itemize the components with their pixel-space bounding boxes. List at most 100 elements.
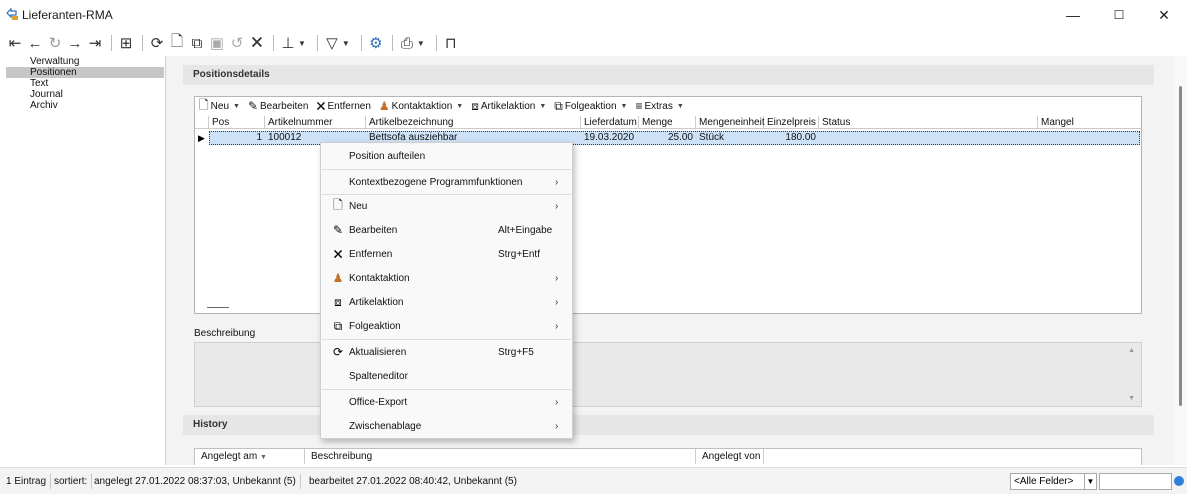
menu-item-kontaktaktion[interactable]: ♟ Kontaktaktion › (321, 267, 572, 289)
field-filter-select[interactable]: <Alle Felder> (1010, 473, 1085, 490)
refresh-icon[interactable]: ⟳ (148, 33, 166, 53)
grid-extras-button[interactable]: ≡ Extras ▼ (635, 99, 683, 113)
panel-splitter[interactable] (166, 56, 174, 465)
window-title: Lieferanten-RMA (22, 8, 113, 22)
delete-icon: 🗙 (316, 97, 326, 112)
menu-item-position-aufteilen[interactable]: Position aufteilen (321, 145, 572, 167)
app-icon (6, 7, 18, 20)
sort-desc-icon: ▼ (259, 454, 267, 461)
grid-follow-action-button[interactable]: ⧉ Folgeaktion ▼ (554, 99, 627, 114)
search-icon[interactable] (1174, 476, 1184, 486)
menu-item-bearbeiten[interactable]: ✎ Bearbeiten Alt+Eingabe (321, 219, 572, 241)
sidebar-item-text[interactable]: Text (6, 78, 164, 89)
chevron-right-icon: › (555, 396, 559, 408)
sidebar-item-verwaltung[interactable]: Verwaltung (6, 56, 164, 67)
follow-action-icon: ⧉ (554, 98, 563, 113)
column-header[interactable]: Beschreibung (305, 449, 696, 464)
follow-action-icon: ⧉ (333, 318, 343, 333)
menu-item-kontextbezogene-funktionen[interactable]: Kontextbezogene Programmfunktionen › (321, 171, 572, 193)
filter-dropdown-icon[interactable]: ▼ (342, 39, 350, 48)
chevron-right-icon: › (555, 272, 559, 284)
column-header[interactable]: Mangel (1038, 116, 1141, 129)
column-header[interactable]: Artikelnummer (265, 116, 366, 129)
previous-icon[interactable]: ← (26, 33, 44, 53)
column-header[interactable]: Angelegt am ▼ (195, 449, 305, 464)
chevron-down-icon[interactable]: ▼ (1084, 473, 1097, 490)
column-header[interactable]: Artikelbezeichnung (366, 116, 581, 129)
menu-item-entfernen[interactable]: 🗙 Entfernen Strg+Entf (321, 243, 572, 265)
menu-item-artikelaktion[interactable]: ⧈ Artikelaktion › (321, 291, 572, 313)
last-icon[interactable]: ⇥ (86, 33, 104, 53)
history-icon[interactable]: ↻ (46, 33, 64, 53)
print-icon[interactable]: ⎙ (398, 33, 416, 53)
toolbar-separator (111, 35, 112, 51)
menu-separator (322, 339, 571, 340)
column-header[interactable]: Lieferdatum (581, 116, 639, 129)
contact-icon: ♟ (332, 271, 344, 285)
new-icon[interactable]: 🗋 (168, 33, 186, 53)
pin-icon[interactable]: ⊥ (279, 33, 297, 53)
status-bar: 1 Eintrag sortiert: angelegt 27.01.2022 … (0, 467, 1187, 494)
sidebar-item-archiv[interactable]: Archiv (6, 100, 164, 111)
sidebar-item-positionen[interactable]: Positionen (6, 67, 164, 78)
grid-horizontal-scrollbar[interactable] (207, 307, 229, 308)
column-header[interactable]: Status (819, 116, 1038, 129)
copy-icon[interactable]: ⧉ (188, 33, 206, 53)
menu-item-aktualisieren[interactable]: ⟳ Aktualisieren Strg+F5 (321, 341, 572, 363)
description-label: Beschreibung (194, 328, 256, 339)
toolbar-separator (273, 35, 274, 51)
save-icon[interactable]: ▣ (208, 33, 226, 53)
menu-item-office-export[interactable]: Office-Export › (321, 391, 572, 413)
grid-contact-action-button[interactable]: ♟ Kontaktaktion ▼ (379, 99, 463, 113)
column-header[interactable]: Einzelpreis (764, 116, 819, 129)
sort-label: sortiert: (50, 474, 93, 489)
minimize-button[interactable]: — (1050, 0, 1096, 30)
delete-icon[interactable]: 🗙 (248, 33, 266, 53)
record-count: 1 Eintrag (2, 474, 52, 489)
settings-icon[interactable]: ⚙ (367, 33, 385, 53)
column-header[interactable]: Mengeneinheit (696, 116, 765, 129)
next-icon[interactable]: → (66, 33, 84, 53)
column-header[interactable]: Menge (639, 116, 696, 129)
menu-item-folgeaktion[interactable]: ⧉ Folgeaktion › (321, 315, 572, 337)
toolbar-separator (316, 35, 318, 51)
contact-icon: ♟ (378, 99, 390, 113)
menu-item-zwischenablage[interactable]: Zwischenablage › (321, 415, 572, 437)
undo-icon[interactable]: ↺ (228, 33, 246, 53)
grid-new-button[interactable]: 🗋 Neu ▼ (199, 96, 240, 117)
search-input[interactable] (1099, 473, 1172, 490)
column-header[interactable]: Angelegt von (696, 449, 764, 464)
scrollbar-thumb[interactable] (1179, 86, 1182, 406)
menu-separator (322, 389, 571, 390)
table-icon[interactable]: ⊞ (117, 33, 135, 53)
scroll-up-icon[interactable]: ▲ (1128, 347, 1135, 354)
history-table: Angelegt am ▼ Beschreibung Angelegt von (194, 448, 1142, 465)
pin-dropdown-icon[interactable]: ▼ (298, 39, 306, 48)
grid-article-action-button[interactable]: ⧈ Artikelaktion ▼ (471, 99, 546, 114)
row-indicator-header (195, 116, 209, 129)
menu-icon: ≡ (635, 99, 643, 113)
sidebar-nav: Verwaltung Positionen Text Journal Archi… (0, 56, 166, 465)
grid-remove-button[interactable]: 🗙 Entfernen (316, 96, 371, 117)
scroll-down-icon[interactable]: ▼ (1128, 395, 1135, 402)
layout-icon[interactable]: ⊓ (442, 33, 460, 53)
chevron-down-icon: ▼ (676, 102, 684, 110)
close-button[interactable]: ✕ (1141, 0, 1187, 30)
grid-toolbar: 🗋 Neu ▼ ✎ Bearbeiten 🗙 Entfernen ♟ Kontaktakt… (195, 97, 1141, 115)
main-toolbar: ⇤ ← ↻ → ⇥ ⊞ ⟳ 🗋 ⧉ ▣ ↺ 🗙 ⊥ ▼ ▽ ▼ ⚙ ⎙ ▼ ⊓ (0, 30, 1187, 56)
edited-info: bearbeitet 27.01.2022 08:40:42, Unbekann… (309, 476, 517, 487)
cell-pos: 1 (256, 132, 262, 143)
context-menu: Position aufteilen Kontextbezogene Progr… (320, 142, 573, 439)
vertical-scrollbar[interactable] (1174, 56, 1187, 465)
menu-item-spalteneditor[interactable]: Spalteneditor (321, 365, 572, 387)
sidebar-item-journal[interactable]: Journal (6, 89, 164, 100)
menu-separator (322, 169, 571, 170)
column-header[interactable]: Pos (209, 116, 265, 129)
first-icon[interactable]: ⇤ (6, 33, 24, 53)
maximize-button[interactable]: ☐ (1096, 0, 1142, 30)
chevron-down-icon: ▼ (539, 102, 547, 110)
print-dropdown-icon[interactable]: ▼ (417, 39, 425, 48)
grid-edit-button[interactable]: ✎ Bearbeiten (248, 99, 308, 113)
menu-item-neu[interactable]: 🗋 Neu › (321, 195, 572, 217)
filter-icon[interactable]: ▽ (323, 33, 341, 53)
